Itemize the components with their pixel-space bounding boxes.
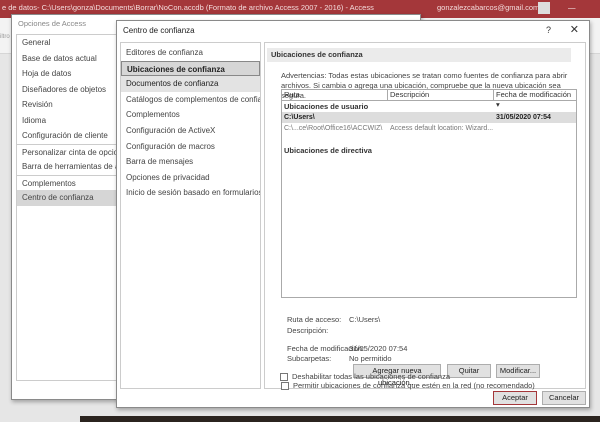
row-description: Access default location: Wizard... <box>390 125 494 132</box>
group-policy-locations: Ubicaciones de directiva <box>284 146 372 155</box>
row-path: C:\Users\ <box>284 114 315 121</box>
trust-center-nav: Editores de confianza Ubicaciones de con… <box>120 42 261 389</box>
dialog-title: Centro de confianza <box>123 26 195 35</box>
remove-button[interactable]: Quitar <box>447 364 491 378</box>
date-value: 31/05/2020 07:54 <box>349 344 408 353</box>
minimize-button[interactable]: — <box>568 0 576 16</box>
help-button[interactable]: ? <box>546 25 551 35</box>
row-description <box>388 112 494 123</box>
row-date: 31/05/2020 07:54 <box>496 114 551 121</box>
account-email[interactable]: gonzalezcabarcos@gmail.com <box>437 0 539 16</box>
modify-button[interactable]: Modificar... <box>496 364 540 378</box>
nav-item[interactable]: Complementos <box>121 107 260 123</box>
taskbar <box>80 416 600 422</box>
checkbox-label: Deshabilitar todas las ubicaciones de co… <box>292 372 451 381</box>
nav-item[interactable]: Barra de mensajes <box>121 154 260 170</box>
avatar[interactable] <box>538 2 550 14</box>
subfolders-value: No permitido <box>349 354 392 363</box>
trusted-locations-panel: Ubicaciones de confianza Advertencias: T… <box>264 42 586 391</box>
section-title: Ubicaciones de confianza <box>267 48 571 62</box>
group-user-locations: Ubicaciones de usuario <box>284 102 369 111</box>
close-button[interactable]: ✕ <box>570 23 579 36</box>
dialog-title: Opciones de Access <box>18 19 86 28</box>
column-path[interactable]: Ruta <box>282 90 388 100</box>
list-row[interactable]: C:\Users\ 31/05/2020 07:54 <box>282 112 576 123</box>
row-path: C:\...ce\Root\Office16\ACCWIZ\ <box>284 125 383 132</box>
disable-all-checkbox[interactable]: Deshabilitar todas las ubicaciones de co… <box>280 372 451 382</box>
app-title: e de datos- C:\Users\gonza\Documents\Bor… <box>2 3 374 12</box>
nav-item-trusted-locations[interactable]: Ubicaciones de confianza <box>121 60 260 77</box>
nav-item[interactable]: Inicio de sesión basado en formularios <box>121 185 260 201</box>
checkbox-box[interactable] <box>281 382 289 391</box>
cancel-button[interactable]: Cancelar <box>542 391 586 405</box>
description-label: Descripción: <box>287 326 329 335</box>
nav-item[interactable]: Catálogos de complementos de confianza <box>121 92 260 108</box>
nav-item[interactable]: Documentos de confianza <box>121 76 260 92</box>
nav-item[interactable]: Opciones de privacidad <box>121 170 260 186</box>
checkbox-label: Permitir ubicaciones de confianza que es… <box>293 381 535 390</box>
nav-item[interactable]: Editores de confianza <box>121 45 260 61</box>
column-description[interactable]: Descripción <box>388 90 494 100</box>
checkbox-box[interactable] <box>280 373 288 382</box>
accept-button[interactable]: Aceptar <box>493 391 537 405</box>
nav-item[interactable]: Configuración de ActiveX <box>121 123 260 139</box>
trust-center-dialog: Centro de confianza ? ✕ Editores de conf… <box>116 20 590 408</box>
list-header: Ruta Descripción Fecha de modificación ▾ <box>282 90 576 109</box>
path-value: C:\Users\ <box>349 315 381 324</box>
nav-item[interactable]: Configuración de macros <box>121 139 260 155</box>
column-date[interactable]: Fecha de modificación ▾ <box>494 90 576 109</box>
list-row[interactable]: C:\...ce\Root\Office16\ACCWIZ\ Access de… <box>282 123 576 134</box>
locations-list[interactable]: Ruta Descripción Fecha de modificación ▾… <box>281 89 577 298</box>
row-date <box>518 123 576 134</box>
filter-label[interactable]: iltro <box>0 34 10 40</box>
allow-network-checkbox[interactable]: Permitir ubicaciones de confianza que es… <box>281 381 535 391</box>
path-label: Ruta de acceso: <box>287 315 342 324</box>
subfolders-label: Subcarpetas: <box>287 354 332 363</box>
